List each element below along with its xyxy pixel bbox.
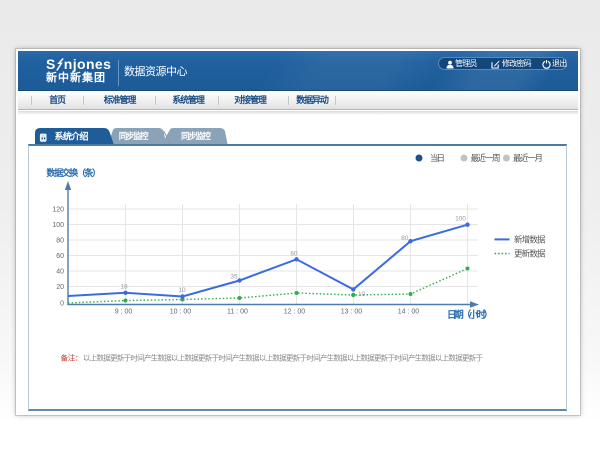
svg-text:以上数据更新于时间产生数据以上数据更新于时间产生数据以上数据: 以上数据更新于时间产生数据以上数据更新于时间产生数据以上数据更新于时间产生数据以… [83, 352, 484, 362]
svg-text:10 : 00: 10 : 00 [170, 308, 192, 315]
svg-text:10: 10 [358, 291, 366, 298]
svg-text:数据交换（条）: 数据交换（条） [47, 167, 102, 178]
svg-text:120: 120 [52, 206, 64, 213]
svg-text:100: 100 [455, 215, 466, 222]
svg-text:当日: 当日 [430, 153, 445, 163]
svg-text:最近一周: 最近一周 [471, 153, 501, 163]
svg-text:0: 0 [60, 300, 64, 307]
svg-text:14 : 00: 14 : 00 [398, 308, 420, 315]
svg-text:9 : 00: 9 : 00 [115, 308, 133, 315]
svg-text:最近一月: 最近一月 [513, 153, 543, 163]
svg-text:同步监控: 同步监控 [119, 131, 149, 141]
svg-text:100: 100 [52, 222, 64, 229]
svg-text:更新数据: 更新数据 [514, 248, 546, 258]
svg-text:20: 20 [56, 284, 64, 291]
svg-text:同步监控: 同步监控 [181, 131, 211, 141]
svg-text:60: 60 [290, 250, 298, 257]
svg-text:12 : 00: 12 : 00 [284, 308, 306, 315]
svg-text:80: 80 [401, 234, 409, 241]
svg-text:60: 60 [56, 253, 64, 260]
svg-text:系统介绍: 系统介绍 [55, 130, 89, 141]
svg-text:80: 80 [56, 237, 64, 244]
svg-text:备注：: 备注： [61, 352, 83, 362]
svg-text:日期（小时）: 日期（小时） [447, 309, 493, 321]
svg-text:18: 18 [120, 283, 128, 290]
svg-text:40: 40 [56, 268, 64, 275]
svg-text:新增数据: 新增数据 [514, 234, 546, 244]
svg-text:10: 10 [178, 287, 186, 294]
svg-text:11 : 00: 11 : 00 [227, 308, 248, 315]
svg-text:35: 35 [230, 273, 238, 280]
svg-text:13 : 00: 13 : 00 [341, 308, 363, 315]
